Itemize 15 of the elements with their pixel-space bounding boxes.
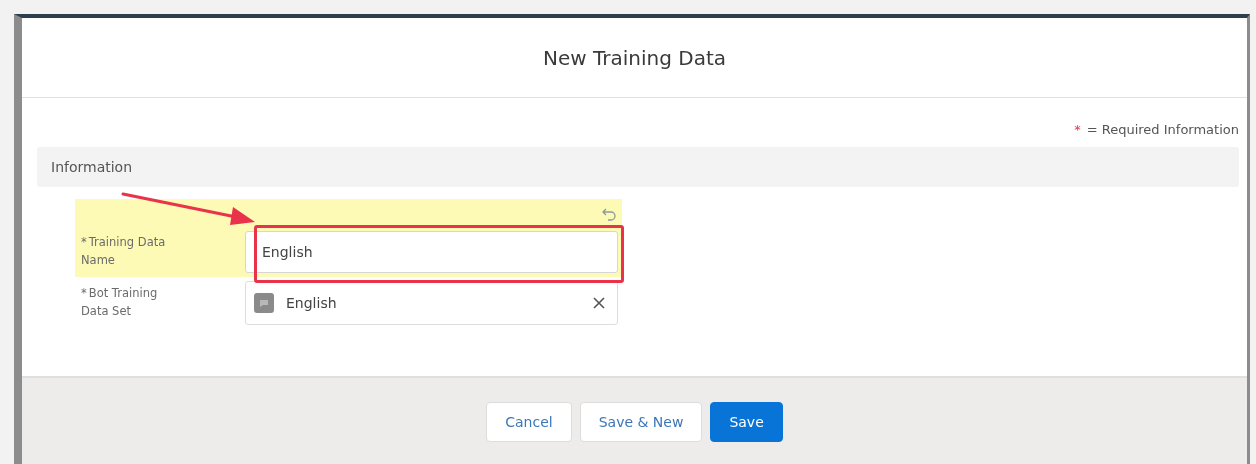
clear-icon[interactable]: [593, 297, 605, 309]
footer-button[interactable]: Save & New: [579, 402, 703, 442]
field-label: * Bot Training Data Set: [80, 285, 159, 320]
footer-button[interactable]: Save: [710, 402, 783, 442]
modal-title: New Training Data: [543, 45, 726, 70]
text-input[interactable]: English: [245, 231, 618, 273]
field-label: * Training Data Name: [80, 234, 167, 269]
required-mark: *: [1074, 122, 1081, 137]
section-header[interactable]: Information: [37, 147, 1239, 187]
lookup-field[interactable]: English: [245, 281, 618, 325]
record-icon: [254, 293, 274, 313]
section-title: Information: [51, 159, 133, 175]
required-legend: = Required Information: [1086, 122, 1239, 137]
footer-button[interactable]: Cancel: [486, 402, 572, 442]
undo-icon[interactable]: [602, 207, 616, 221]
